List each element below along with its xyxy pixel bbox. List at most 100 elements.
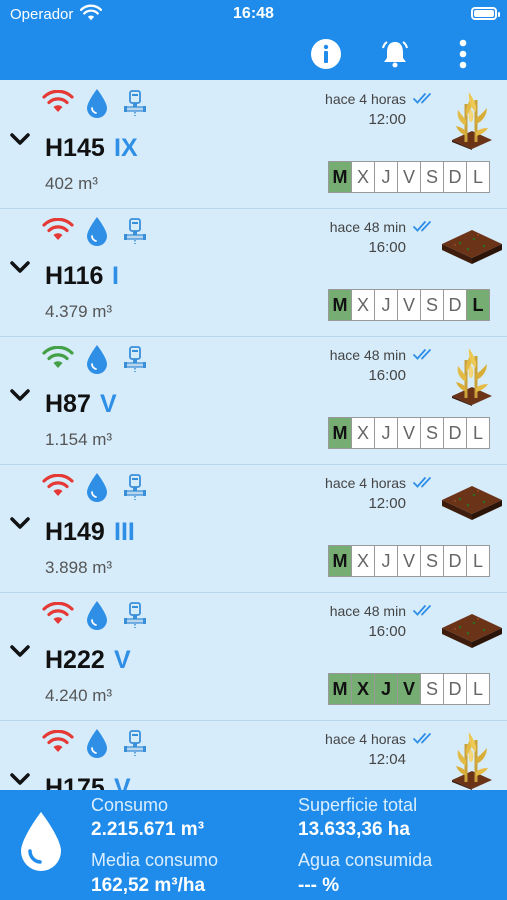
hydrant-name: H87 [45,390,91,418]
sector-number: IX [114,134,138,162]
hydrant-list[interactable]: H145 IX 402 m³ hace 4 horas 12:00 M X J V S D L H116… [0,80,507,790]
last-update-text: hace 48 min [329,603,406,619]
expand-chevron-icon[interactable] [9,388,31,407]
consumo-label: Consumo [91,795,169,815]
sector-number: V [114,774,131,790]
more-options-button[interactable] [445,36,481,72]
weekday-5[interactable]: D [443,673,467,705]
weekday-0[interactable]: M [328,289,352,321]
weekday-3[interactable]: V [397,161,421,193]
weekday-selector: MXJVSDL [328,289,490,321]
agua-consumida-label: Agua consumida [298,850,433,870]
weekday-2[interactable]: J [374,417,398,449]
weekday-1[interactable]: X [351,545,375,577]
top-nav-bar [0,28,507,80]
hydrant-name: H116 [45,262,104,290]
notifications-button[interactable] [377,36,413,72]
valve-icon [122,89,148,122]
sector-number: I [112,262,119,290]
schedule-hour: 16:00 [368,623,406,640]
corn-crop-icon [440,342,504,411]
last-update-text: hace 48 min [329,219,406,235]
hydrant-row[interactable]: H87 V 1.154 m³ hace 48 min 16:00 M X J V S D L [0,336,507,465]
water-drop-icon [86,88,108,123]
last-update-text: hace 4 horas [325,475,406,491]
hydrant-row[interactable]: H145 IX 402 m³ hace 4 horas 12:00 M X J V S D L [0,80,507,209]
hydrant-volume: 1.154 m³ [45,430,113,449]
water-drop-icon [86,600,108,635]
superficie-label: Superficie total [298,795,418,815]
hydrant-row[interactable]: H175 Vhace 4 horas 12:04 [0,720,507,790]
sector-number: V [114,646,131,674]
status-bar: Operador 16:48 [0,0,507,28]
expand-chevron-icon[interactable] [9,644,31,663]
weekday-4[interactable]: S [420,289,444,321]
hydrant-row[interactable]: H222 V 4.240 m³ hace 48 min 16:00 M X J V S D L [0,592,507,721]
water-drop-icon [86,728,108,763]
weekday-5[interactable]: D [443,289,467,321]
weekday-1[interactable]: X [351,673,375,705]
double-check-icon [413,603,437,622]
signal-lost-icon [42,729,74,759]
schedule-hour: 16:00 [368,239,406,256]
hydrant-volume: 3.898 m³ [45,558,113,577]
weekday-6[interactable]: L [466,289,490,321]
weekday-1[interactable]: X [351,161,375,193]
weekday-0[interactable]: M [328,417,352,449]
signal-lost-icon [42,89,74,119]
last-update-text: hace 48 min [329,347,406,363]
summary-footer: Consumo 2.215.671 m³ Media consumo 162,5… [0,790,507,900]
double-check-icon [413,731,437,750]
weekday-1[interactable]: X [351,289,375,321]
weekday-3[interactable]: V [397,545,421,577]
schedule-hour: 16:00 [368,367,406,384]
weekday-2[interactable]: J [374,289,398,321]
weekday-3[interactable]: V [397,417,421,449]
weekday-5[interactable]: D [443,161,467,193]
weekday-2[interactable]: J [374,673,398,705]
info-button[interactable] [308,36,344,72]
weekday-5[interactable]: D [443,417,467,449]
weekday-4[interactable]: S [420,417,444,449]
weekday-4[interactable]: S [420,161,444,193]
weekday-0[interactable]: M [328,161,352,193]
signal-lost-icon [42,601,74,631]
weekday-selector: MXJVSDL [328,545,490,577]
hydrant-volume: 402 m³ [45,174,98,193]
expand-chevron-icon[interactable] [9,772,31,790]
weekday-3[interactable]: V [397,673,421,705]
weekday-4[interactable]: S [420,673,444,705]
weekday-3[interactable]: V [397,289,421,321]
hydrant-name: H149 [45,518,105,546]
water-drop-icon [21,812,61,871]
weekday-2[interactable]: J [374,545,398,577]
hydrant-volume: 4.379 m³ [45,302,113,321]
weekday-1[interactable]: X [351,417,375,449]
more-vertical-icon [459,39,467,69]
last-update-text: hace 4 horas [325,731,406,747]
expand-chevron-icon[interactable] [9,516,31,535]
weekday-6[interactable]: L [466,545,490,577]
hydrant-row[interactable]: H116 I 4.379 m³ hace 48 min 16:00 M X J V S D L [0,208,507,337]
sector-number: V [100,390,117,418]
valve-icon [122,473,148,506]
weekday-0[interactable]: M [328,545,352,577]
expand-chevron-icon[interactable] [9,132,31,151]
weekday-2[interactable]: J [374,161,398,193]
weekday-6[interactable]: L [466,161,490,193]
weekday-4[interactable]: S [420,545,444,577]
agua-consumida-value: --- % [298,875,340,896]
expand-chevron-icon[interactable] [9,260,31,279]
water-drop-icon [86,344,108,379]
valve-icon [122,345,148,378]
weekday-6[interactable]: L [466,673,490,705]
hydrant-volume: 4.240 m³ [45,686,113,705]
hydrant-row[interactable]: H149 III 3.898 m³ hace 4 horas 12:00 M X J V S D L [0,464,507,593]
corn-crop-icon [440,726,504,790]
weekday-5[interactable]: D [443,545,467,577]
valve-icon [122,217,148,250]
weekday-6[interactable]: L [466,417,490,449]
bell-icon [382,41,408,68]
weekday-0[interactable]: M [328,673,352,705]
schedule-hour: 12:04 [368,751,406,768]
